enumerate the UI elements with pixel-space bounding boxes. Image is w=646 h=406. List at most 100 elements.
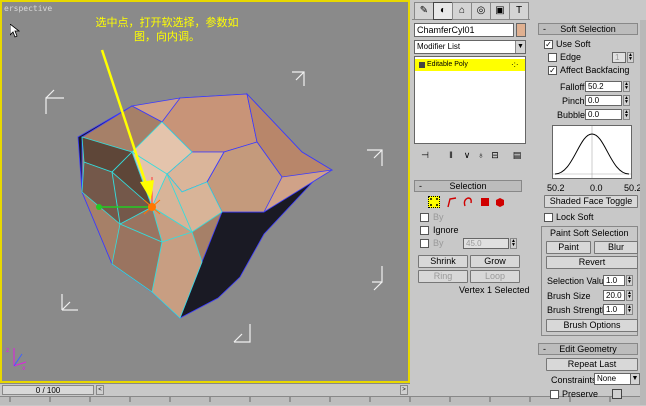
use-soft-label: Use Soft [556,39,591,49]
viewport-label[interactable]: erspective [4,4,52,13]
command-panel-scrollbar[interactable] [640,20,646,405]
edge-distance-spinner-arrows-icon[interactable]: ▲ ▼ [627,52,634,63]
chevron-down-icon[interactable]: ▼ [630,373,640,385]
blur-button[interactable]: Blur [594,241,638,254]
viewport-scene[interactable]: x z [2,2,408,381]
configure-sets-icon[interactable]: ⊟ [488,148,502,162]
by-vertex-label: By [433,212,444,222]
create-tab-icon[interactable]: ✎ [414,2,434,20]
annotation-line-1: 选中点，打开软选择，参数如 [95,16,239,29]
falloff-curve [553,126,631,178]
pinch-spinner-arrows-icon[interactable]: ▲ ▼ [623,95,630,106]
constraints-label: Constraints: [551,375,600,385]
element-mode-icon[interactable] [494,196,506,208]
collapse-icon: - [419,181,422,191]
affect-backfacing-checkbox[interactable]: ✓ [548,66,557,75]
utilities-tab-icon[interactable]: T [509,2,529,20]
display-tab-icon[interactable]: ▣ [490,2,510,20]
annotation-text: 选中点，打开软选择，参数如 图，向内调。 [82,16,252,44]
by-angle-checkbox[interactable] [420,239,429,248]
motion-tab-icon[interactable]: ◎ [471,2,491,20]
by-angle-spinner-arrows-icon[interactable]: ▲ ▼ [510,238,517,249]
shaded-face-toggle-button[interactable]: Shaded Face Toggle [544,195,638,208]
preserve-uvs-settings-icon[interactable] [612,389,622,399]
use-soft-checkbox[interactable]: ✓ [544,40,553,49]
stack-item-bullet-icon [419,62,425,68]
bubble-spinner[interactable]: 0.0 [585,109,622,120]
loop-button[interactable]: Loop [470,270,520,283]
pinch-spinner[interactable]: 0.0 [585,95,622,106]
brush-strength-spinner-arrows-icon[interactable]: ▲ ▼ [626,304,633,315]
border-mode-icon[interactable] [462,196,474,208]
lock-soft-checkbox[interactable] [544,213,553,222]
vertex-mode-icon[interactable] [428,196,440,208]
falloff-spinner-arrows-icon[interactable]: ▲ ▼ [623,81,630,92]
perspective-viewport[interactable]: x z erspective 选中点，打开软选择，参数如 图，向内调。 [0,0,410,383]
selection-value-spinner[interactable]: 1.0 [603,275,625,286]
selection-value-label: Selection Value [547,276,609,286]
by-vertex-checkbox[interactable] [420,213,429,222]
timeline-next-button[interactable]: > [400,385,408,395]
edge-mode-icon[interactable] [446,196,458,208]
selection-value-spinner-arrows-icon[interactable]: ▲ ▼ [626,275,633,286]
edge-distance-label: Edge [560,52,582,62]
brush-size-spinner[interactable]: 20.0 [603,290,625,301]
mouse-cursor-icon [10,24,20,38]
brush-size-spinner-arrows-icon[interactable]: ▲ ▼ [626,290,633,301]
paint-button[interactable]: Paint [546,241,591,254]
show-end-result-icon[interactable]: ‖ [444,148,458,162]
stack-item-editable-poly[interactable]: Editable Poly [415,59,525,71]
hierarchy-tab-icon[interactable]: ⌂ [452,2,472,20]
curve-left-label: 50.2 [547,183,565,193]
chevron-down-icon[interactable]: ▼ [515,41,525,53]
stack-item-dots: ·:· [511,60,519,69]
ring-button[interactable]: Ring [418,270,468,283]
axis-tripod-icon: x z [6,347,27,372]
bubble-spinner-arrows-icon[interactable]: ▲ ▼ [623,109,630,120]
ignore-backfacing-label: Ignore [433,225,459,235]
make-unique-icon[interactable]: ∨ [460,148,474,162]
curve-right-label: 50.2 [624,183,642,193]
timeline-prev-button[interactable]: < [96,385,104,395]
object-name-field[interactable]: ChamferCyl01 [414,23,514,37]
remove-modifier-icon[interactable]: ♁ [474,148,488,162]
shrink-button[interactable]: Shrink [418,255,468,268]
falloff-curve-graph [552,125,632,179]
falloff-label: Falloff: [560,82,587,92]
falloff-spinner[interactable]: 50.2 [585,81,622,92]
repeat-last-button[interactable]: Repeat Last [546,358,638,371]
by-angle-label: By [433,238,444,248]
object-color-swatch[interactable] [516,23,526,37]
modify-tab-icon[interactable]: ◐ [433,2,453,20]
brush-strength-label: Brush Strength [547,305,608,315]
edge-distance-checkbox[interactable] [548,53,557,62]
time-slider[interactable]: 0 / 100 [2,385,94,395]
configure-modifier-icon[interactable]: ▤ [510,148,524,162]
stack-toolbar: ⊣ ‖ ∨ ♁ ⊟ ▤ [414,146,526,164]
lock-soft-label: Lock Soft [556,212,594,222]
modifier-list-dropdown[interactable]: Modifier List [414,40,526,54]
pinch-label: Pinch: [562,96,588,106]
polygon-mode-icon[interactable] [479,196,491,208]
brush-strength-spinner[interactable]: 1.0 [603,304,625,315]
selection-rollout-header[interactable]: - Selection [414,180,522,192]
brush-options-button[interactable]: Brush Options [546,319,638,332]
collapse-icon: - [543,24,546,34]
pin-stack-icon[interactable]: ⊣ [418,148,432,162]
preserve-uvs-checkbox[interactable] [550,390,559,399]
ignore-backfacing-checkbox[interactable] [420,226,429,235]
edge-distance-spinner[interactable]: 1 [612,52,626,63]
by-angle-spinner[interactable]: 45.0 [463,238,509,249]
svg-text:x: x [22,365,26,372]
svg-text:z: z [6,347,9,354]
soft-selection-rollout-header[interactable]: - Soft Selection [538,23,638,35]
command-panel-tabs: ✎ ◐ ⌂ ◎ ▣ T [412,0,530,20]
grow-button[interactable]: Grow [470,255,520,268]
revert-button[interactable]: Revert [546,256,638,269]
preserve-uvs-label: Preserve [562,389,599,399]
edit-geometry-rollout-header[interactable]: - Edit Geometry [538,343,638,355]
bubble-label: Bubble: [557,110,588,120]
annotation-line-2: 图，向内调。 [134,30,200,43]
constraints-dropdown[interactable]: None [594,373,632,385]
paint-soft-selection-title: Paint Soft Selection [548,228,631,238]
